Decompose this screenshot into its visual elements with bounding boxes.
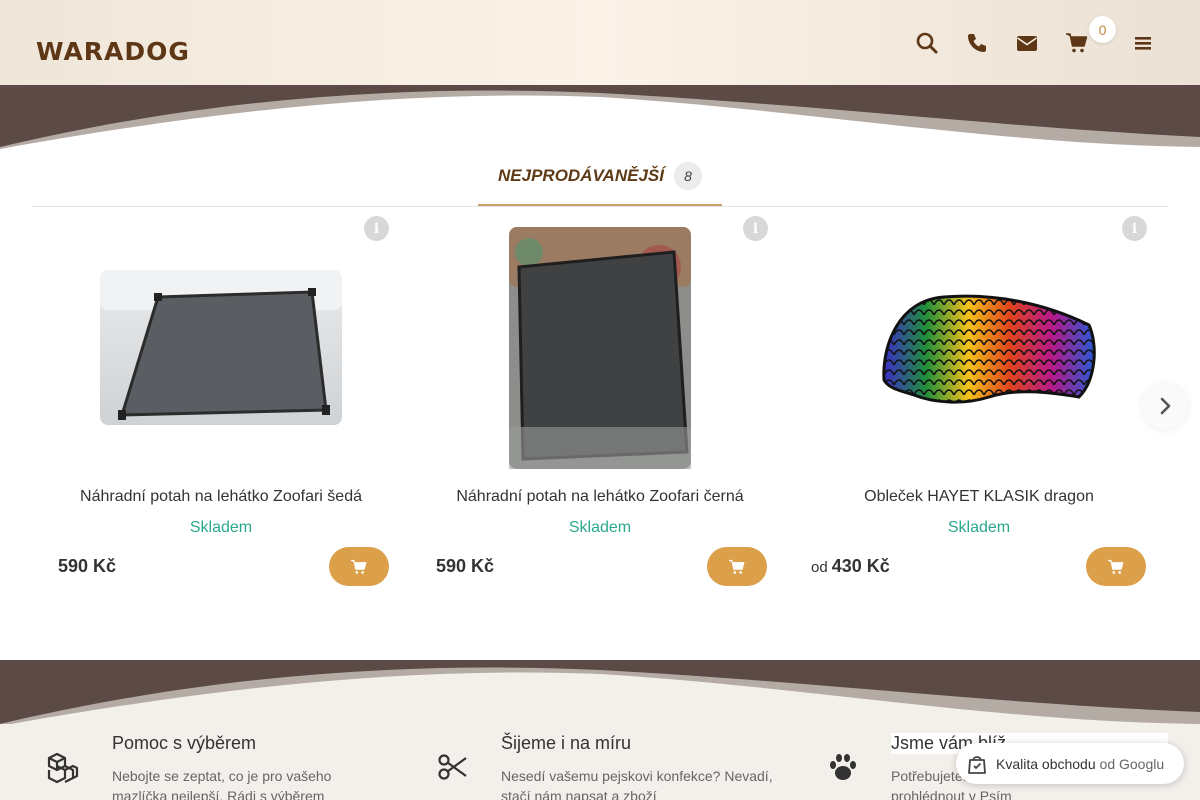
- site-header: WARADOG 0: [0, 0, 1200, 85]
- price-value: 430 Kč: [831, 556, 890, 576]
- product-card[interactable]: i Náhradní potah na lehátko Zoofari čern…: [411, 213, 789, 598]
- product-image[interactable]: [100, 270, 342, 425]
- carousel-next-button[interactable]: [1142, 383, 1188, 429]
- cart-count-badge: 0: [1089, 16, 1116, 43]
- envelope-icon[interactable]: [1015, 31, 1039, 55]
- tab-count-badge: 8: [673, 162, 702, 190]
- info-icon[interactable]: i: [1122, 216, 1147, 241]
- info-icon[interactable]: i: [743, 216, 768, 241]
- search-icon[interactable]: [915, 31, 939, 55]
- stock-status: Skladem: [947, 519, 1011, 536]
- price-prefix: od: [811, 559, 828, 576]
- boxes-icon: [47, 752, 79, 784]
- menu-icon[interactable]: [1131, 31, 1155, 55]
- add-to-cart-button[interactable]: [329, 547, 389, 586]
- phone-icon[interactable]: [965, 31, 989, 55]
- shopping-bag-icon: [968, 755, 986, 774]
- scissors-icon: [438, 754, 467, 780]
- cart-icon: [729, 559, 745, 574]
- stock-status: Skladem: [568, 519, 632, 536]
- tab-bestsellers-label: NEJPRODÁVANĚJŠÍ: [498, 166, 664, 185]
- google-badge-label: Kvalita obchodu od Googlu: [996, 755, 1165, 772]
- product-name[interactable]: Obleček HAYET KLASIK dragon: [790, 488, 1168, 506]
- cart-icon[interactable]: [1065, 31, 1089, 55]
- add-to-cart-button[interactable]: [1086, 547, 1146, 586]
- product-card[interactable]: i Obleček HAYET KLASIK dragon Skladem od…: [790, 213, 1168, 598]
- cart-icon: [1108, 559, 1124, 574]
- price-value: 590 Kč: [58, 556, 117, 576]
- tab-bestsellers[interactable]: NEJPRODÁVANĚJŠÍ 8: [478, 148, 722, 207]
- feature-title: Pomoc s výběrem: [112, 733, 257, 753]
- add-to-cart-button[interactable]: [707, 547, 767, 586]
- product-name[interactable]: Náhradní potah na lehátko Zoofari černá: [411, 488, 789, 506]
- footer-wave-divider: [0, 660, 1200, 730]
- header-wave-divider: [0, 85, 1200, 155]
- product-price: od 430 Kč: [811, 556, 890, 577]
- stock-status: Skladem: [189, 519, 253, 536]
- feature-text: Nesedí vašemu pejskovi konfekce? Nevadí,…: [501, 768, 773, 800]
- feature-text: Nebojte se zeptat, co je pro vašeho mazl…: [112, 768, 332, 800]
- paw-icon: [830, 754, 856, 780]
- chevron-right-icon: [1160, 397, 1171, 415]
- cart-icon: [351, 559, 367, 574]
- site-logo[interactable]: WARADOG: [36, 37, 190, 66]
- tab-divider: [32, 206, 1168, 207]
- info-icon[interactable]: i: [364, 216, 389, 241]
- feature-title: Šijeme i na míru: [501, 733, 632, 753]
- product-image[interactable]: [509, 227, 691, 469]
- product-price: 590 Kč: [432, 556, 494, 577]
- product-price: 590 Kč: [54, 556, 116, 577]
- google-store-quality-badge[interactable]: Kvalita obchodu od Googlu: [956, 743, 1184, 784]
- product-name[interactable]: Náhradní potah na lehátko Zoofari šedá: [32, 488, 410, 506]
- product-image[interactable]: [874, 285, 1100, 415]
- price-value: 590 Kč: [436, 556, 495, 576]
- product-card[interactable]: i Náhradní potah na lehátko Zoofari šedá…: [32, 213, 410, 598]
